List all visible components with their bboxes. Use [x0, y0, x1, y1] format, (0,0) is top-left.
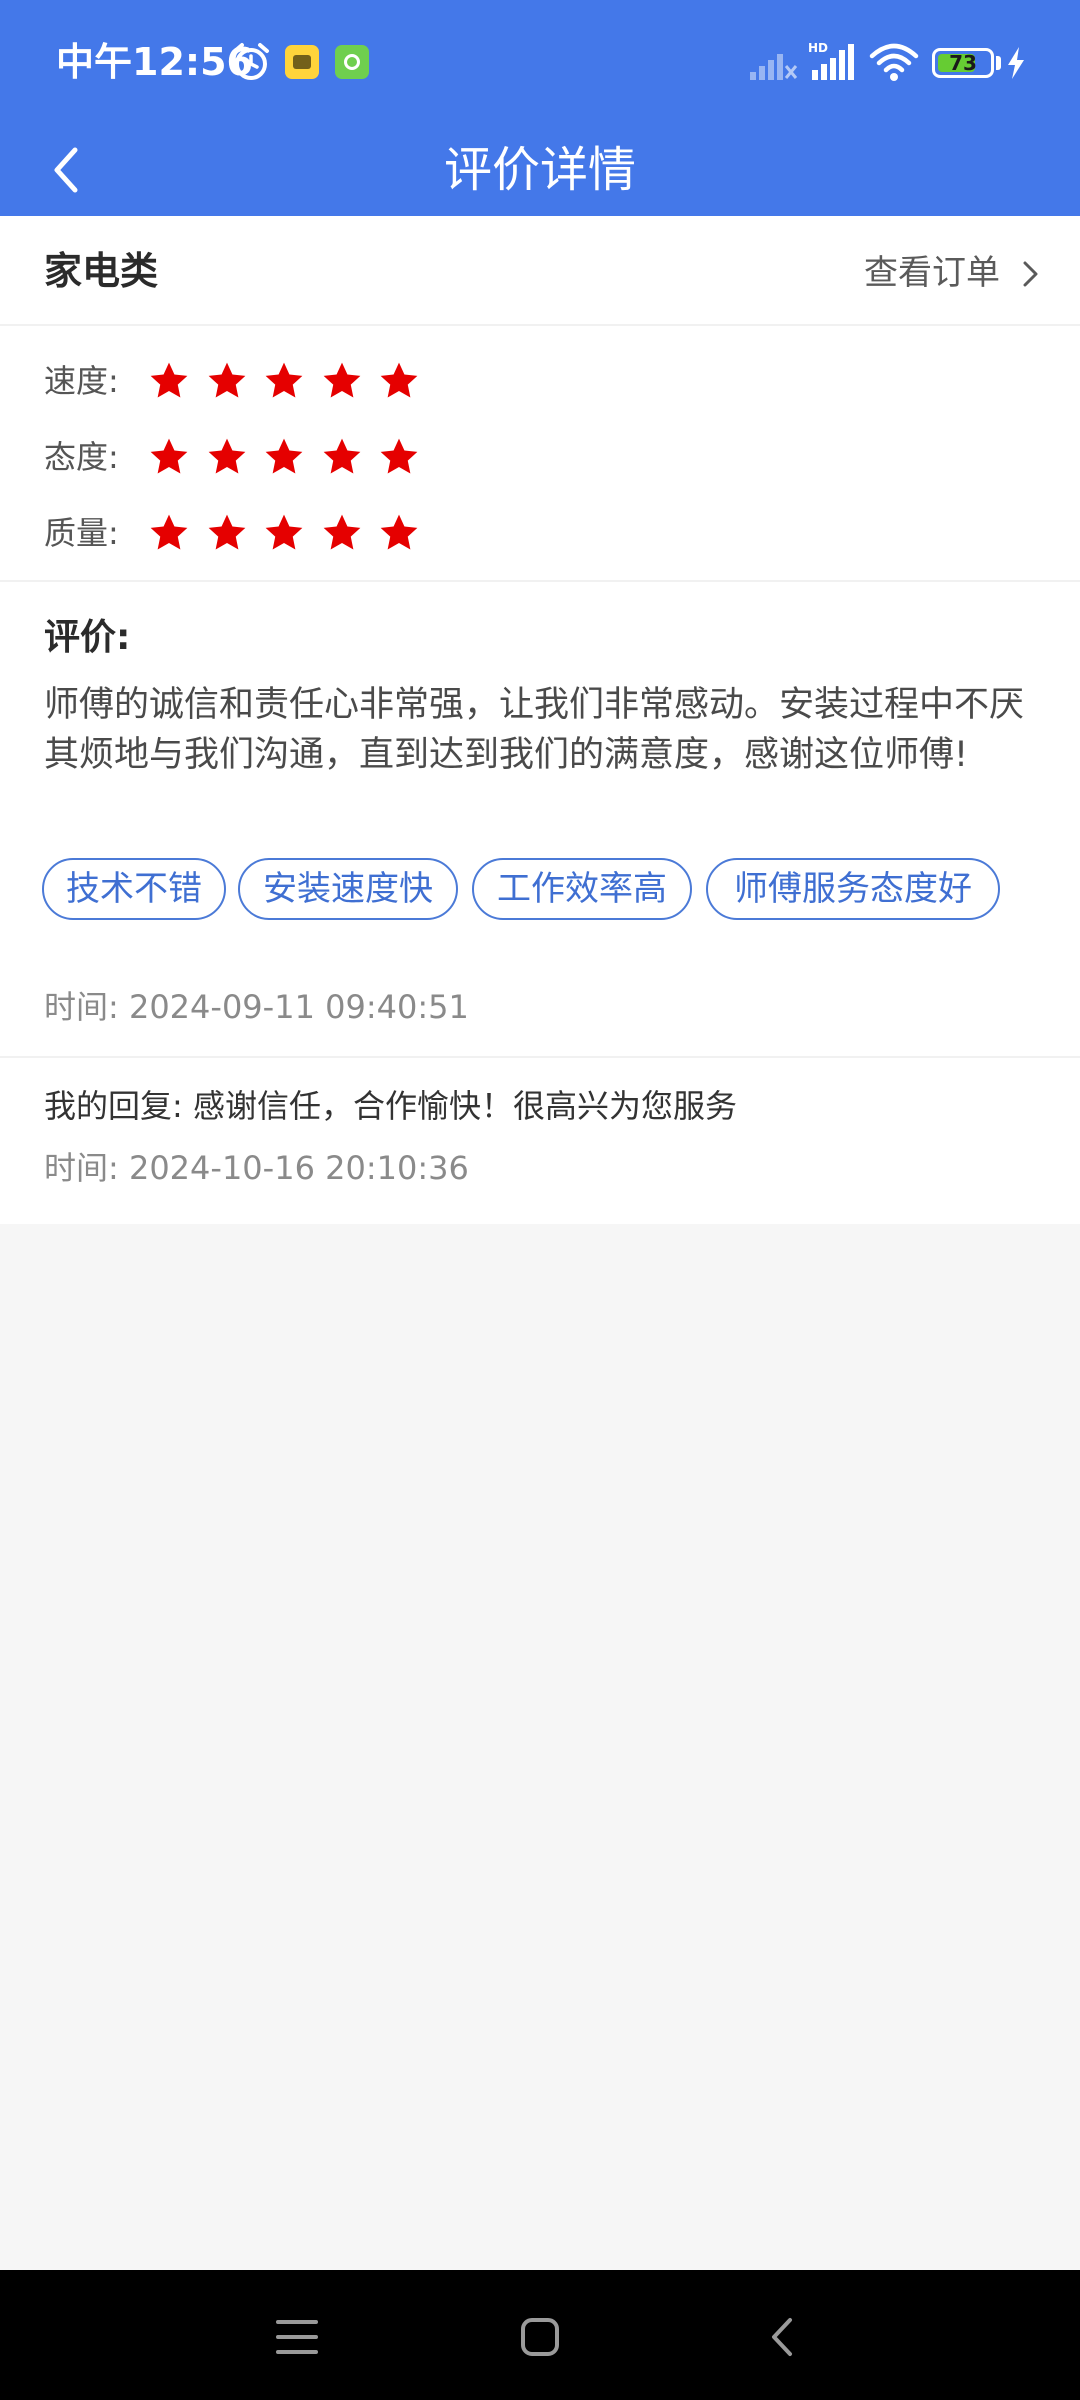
rating-label-attitude: 态度:	[44, 438, 119, 476]
view-order-label: 查看订单	[864, 253, 1000, 293]
nav-bar: 评价详情	[0, 124, 1080, 216]
star-icon	[323, 362, 360, 398]
order-header-card: 家电类 查看订单	[0, 216, 1080, 326]
review-tag: 安装速度快	[238, 858, 458, 920]
category-title: 家电类	[44, 249, 159, 293]
star-icon	[380, 362, 418, 398]
star-icon	[265, 514, 303, 550]
reply-text: 我的回复: 感谢信任，合作愉快！很高兴为您服务	[44, 1087, 737, 1125]
back-icon[interactable]	[748, 2302, 818, 2372]
star-icon	[150, 362, 188, 398]
app-notification-icon	[335, 45, 369, 79]
star-icon	[208, 362, 245, 398]
wifi-icon	[869, 43, 919, 81]
star-icon	[208, 438, 245, 474]
system-nav-bar	[0, 2270, 1080, 2400]
star-icon	[265, 362, 303, 398]
chevron-right-icon	[1023, 261, 1038, 287]
ratings-card: 速度: 态度: 质量:	[0, 326, 1080, 582]
review-tag: 工作效率高	[472, 858, 692, 920]
star-icon	[208, 514, 245, 550]
review-card: 评价: 师傅的诚信和责任心非常强，让我们非常感动。安装过程中不厌其烦地与我们沟通…	[0, 582, 1080, 1058]
charging-icon	[1008, 47, 1024, 79]
reply-card: 我的回复: 感谢信任，合作愉快！很高兴为您服务 时间: 2024-10-16 2…	[0, 1058, 1080, 1224]
star-icon	[323, 438, 360, 474]
star-icon	[150, 514, 188, 550]
star-icon	[380, 438, 418, 474]
rating-label-quality: 质量:	[44, 514, 119, 552]
signal-off-icon	[750, 54, 798, 80]
status-bar: 中午12:56 HD 73	[0, 0, 1080, 124]
hd-label: HD	[808, 41, 828, 55]
review-heading: 评价:	[44, 617, 131, 658]
app-notification-icon	[285, 45, 319, 79]
menu-icon[interactable]	[262, 2302, 332, 2372]
star-icon	[265, 438, 303, 474]
star-icon	[323, 514, 360, 550]
star-icon	[150, 438, 188, 474]
top-header: 中午12:56 HD 73 评价详情	[0, 0, 1080, 216]
battery-level: 73	[949, 51, 977, 75]
view-order-link[interactable]: 查看订单	[864, 248, 1040, 298]
alarm-icon	[233, 43, 269, 80]
reply-time: 时间: 2024-10-16 20:10:36	[44, 1149, 469, 1187]
review-text: 师傅的诚信和责任心非常强，让我们非常感动。安装过程中不厌其烦地与我们沟通，直到达…	[44, 685, 1025, 775]
star-icon	[380, 514, 418, 550]
page-title: 评价详情	[443, 142, 636, 198]
home-icon[interactable]	[505, 2302, 575, 2372]
review-tag: 师傅服务态度好	[706, 858, 1000, 920]
battery-icon: 73	[932, 48, 994, 78]
review-time: 时间: 2024-09-11 09:40:51	[44, 988, 469, 1026]
review-tag: 技术不错	[42, 858, 226, 920]
battery-cap	[996, 56, 1001, 70]
status-time: 中午12:56	[56, 40, 253, 84]
rating-label-speed: 速度:	[44, 362, 119, 400]
signal-hd-icon: HD	[808, 41, 854, 80]
